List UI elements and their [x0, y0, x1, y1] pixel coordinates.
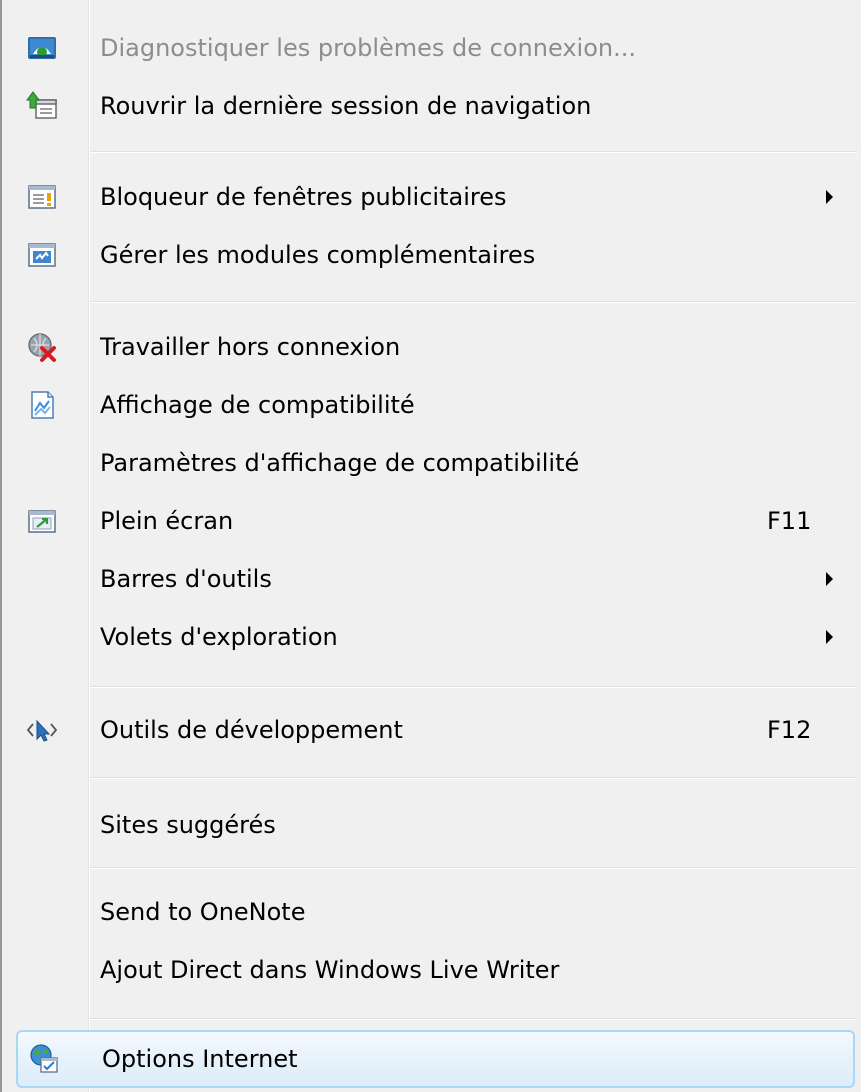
menu-item-full-screen[interactable]: Plein écran F11	[2, 492, 861, 550]
menu-item-diagnose-connection[interactable]: Diagnostiquer les problèmes de connexion…	[2, 19, 861, 77]
menu-item-work-offline[interactable]: Travailler hors connexion	[2, 318, 861, 376]
menu-item-label: Ajout Direct dans Windows Live Writer	[100, 956, 560, 984]
shortcut-key: F12	[767, 716, 812, 744]
menu-item-label: Barres d'outils	[100, 565, 272, 593]
menu-separator	[90, 151, 857, 153]
menu-item-label: Options Internet	[102, 1045, 298, 1073]
full-screen-icon	[26, 505, 58, 537]
menu-item-label: Travailler hors connexion	[100, 333, 401, 361]
menu-item-explorer-bars[interactable]: Volets d'exploration	[2, 608, 861, 666]
submenu-arrow-icon	[826, 630, 833, 644]
menu-item-label: Gérer les modules complémentaires	[100, 241, 536, 269]
menu-item-label: Affichage de compatibilité	[100, 391, 415, 419]
menu-item-label: Volets d'exploration	[100, 623, 338, 651]
menu-item-manage-addons[interactable]: Gérer les modules complémentaires	[2, 226, 861, 284]
internet-options-icon	[28, 1043, 60, 1075]
menu-item-reopen-session[interactable]: Rouvrir la dernière session de navigatio…	[2, 77, 861, 135]
menu-item-windows-live-writer[interactable]: Ajout Direct dans Windows Live Writer	[2, 941, 861, 999]
menu-separator	[90, 301, 857, 303]
menu-item-suggested-sites[interactable]: Sites suggérés	[2, 796, 861, 854]
tools-menu: Diagnostiquer les problèmes de connexion…	[0, 0, 861, 1092]
menu-item-send-to-onenote[interactable]: Send to OneNote	[2, 883, 861, 941]
menu-item-popup-blocker[interactable]: Bloqueur de fenêtres publicitaires	[2, 168, 861, 226]
menu-item-label: Sites suggérés	[100, 811, 276, 839]
manage-addons-icon	[26, 239, 58, 271]
menu-separator	[90, 686, 857, 688]
reopen-session-icon	[26, 90, 58, 122]
menu-item-label: Outils de développement	[100, 716, 403, 744]
network-diagnostic-icon	[26, 32, 58, 64]
compatibility-view-icon	[26, 389, 58, 421]
menu-item-internet-options[interactable]: Options Internet	[16, 1030, 855, 1088]
menu-item-label: Diagnostiquer les problèmes de connexion…	[100, 34, 636, 62]
submenu-arrow-icon	[826, 572, 833, 586]
menu-item-compatibility-settings[interactable]: Paramètres d'affichage de compatibilité	[2, 434, 861, 492]
menu-separator	[90, 867, 857, 869]
menu-item-label: Rouvrir la dernière session de navigatio…	[100, 92, 592, 120]
popup-blocker-icon	[26, 181, 58, 213]
shortcut-key: F11	[767, 507, 812, 535]
menu-item-compatibility-view[interactable]: Affichage de compatibilité	[2, 376, 861, 434]
menu-item-label: Plein écran	[100, 507, 234, 535]
menu-item-developer-tools[interactable]: Outils de développement F12	[2, 701, 861, 759]
menu-item-label: Paramètres d'affichage de compatibilité	[100, 449, 580, 477]
menu-separator	[90, 1018, 857, 1020]
developer-tools-icon	[26, 714, 58, 746]
menu-separator	[90, 777, 857, 779]
menu-item-label: Bloqueur de fenêtres publicitaires	[100, 183, 507, 211]
menu-item-toolbars[interactable]: Barres d'outils	[2, 550, 861, 608]
menu-item-label: Send to OneNote	[100, 898, 306, 926]
submenu-arrow-icon	[826, 190, 833, 204]
work-offline-icon	[26, 331, 58, 363]
